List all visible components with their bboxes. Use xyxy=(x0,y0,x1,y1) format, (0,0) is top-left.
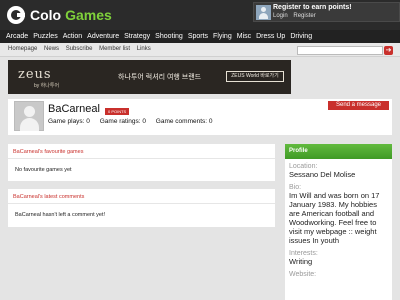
earn-points-title: Register to earn points! xyxy=(273,4,352,11)
location-label: Location: xyxy=(289,163,318,170)
subnav-homepage[interactable]: Homepage xyxy=(8,46,37,52)
latest-comments-empty: BaCarneal hasn't left a comment yet! xyxy=(15,212,106,218)
category-nav: Arcade Puzzles Action Adventure Strategy… xyxy=(0,30,400,43)
website-label: Website: xyxy=(289,271,317,278)
logo-icon xyxy=(7,6,25,24)
banner-logo: zeus xyxy=(18,67,52,82)
profile-panel-title: Profile xyxy=(285,144,392,159)
banner-sub: by 하나투어 xyxy=(34,83,60,89)
subnav-news[interactable]: News xyxy=(44,46,59,52)
profile-header: BaCarneal 0 POINTS Game plays: 0 Game ra… xyxy=(8,99,392,135)
sub-nav: Homepage News Subscribe Member list Link… xyxy=(0,43,400,57)
nav-item-arcade[interactable]: Arcade xyxy=(6,33,28,40)
search-button[interactable]: ➔ xyxy=(384,46,393,55)
interests-label: Interests: xyxy=(289,250,318,257)
banner-cta-button[interactable]: ZEUS World 바로가기 xyxy=(226,71,284,82)
location-value: Sessano Del Molise xyxy=(289,170,356,179)
subnav-member-list[interactable]: Member list xyxy=(99,46,130,52)
nav-item-flying[interactable]: Flying xyxy=(213,33,232,40)
subnav-links[interactable]: Links xyxy=(137,46,151,52)
points-badge: 0 POINTS xyxy=(105,108,130,115)
favourite-games-panel: BaCarneal's favourite games No favourite… xyxy=(8,144,275,181)
nav-item-shooting[interactable]: Shooting xyxy=(155,33,183,40)
stat-game-ratings: Game ratings: 0 xyxy=(99,118,146,125)
site-header: Colo Games Register to earn points! Logi… xyxy=(0,0,400,30)
avatar xyxy=(14,101,44,131)
user-avatar-icon xyxy=(256,5,271,20)
banner-text: 하나투어 럭셔리 여행 브랜드 xyxy=(118,74,202,81)
subnav-subscribe[interactable]: Subscribe xyxy=(66,46,93,52)
profile-panel: Profile Location: Sessano Del Molise Bio… xyxy=(285,144,392,300)
favourite-games-title: BaCarneal's favourite games xyxy=(8,144,275,159)
logo-text-games: Games xyxy=(65,7,112,23)
nav-item-misc[interactable]: Misc xyxy=(237,33,251,40)
site-logo[interactable]: Colo Games xyxy=(7,6,112,24)
nav-item-puzzles[interactable]: Puzzles xyxy=(33,33,58,40)
nav-item-strategy[interactable]: Strategy xyxy=(124,33,150,40)
nav-item-adventure[interactable]: Adventure xyxy=(87,33,119,40)
latest-comments-panel: BaCarneal's latest comments BaCarneal ha… xyxy=(8,189,275,227)
bio-value: Im Will and was born on 17 January 1983.… xyxy=(289,191,380,245)
profile-stats: Game plays: 0 Game ratings: 0 Game comme… xyxy=(48,118,221,125)
profile-username: BaCarneal xyxy=(48,103,100,115)
stat-game-plays: Game plays: 0 xyxy=(48,118,90,125)
register-link[interactable]: Register xyxy=(293,13,315,19)
nav-item-sports[interactable]: Sports xyxy=(188,33,208,40)
bio-label: Bio: xyxy=(289,184,302,191)
stat-game-comments: Game comments: 0 xyxy=(155,118,213,125)
send-message-button[interactable]: Send a message xyxy=(328,101,389,110)
arrow-right-icon: ➔ xyxy=(385,47,392,54)
nav-item-driving[interactable]: Driving xyxy=(290,33,312,40)
login-link[interactable]: Login xyxy=(273,13,288,19)
nav-item-action[interactable]: Action xyxy=(63,33,82,40)
register-promo: Register to earn points! Login Register xyxy=(253,2,400,22)
latest-comments-title: BaCarneal's latest comments xyxy=(8,189,275,204)
ad-banner[interactable]: zeus by 하나투어 하나투어 럭셔리 여행 브랜드 ZEUS World … xyxy=(8,60,291,94)
nav-item-dress-up[interactable]: Dress Up xyxy=(256,33,285,40)
logo-text-colo: Colo xyxy=(30,7,62,23)
favourite-games-empty: No favourite games yet xyxy=(15,167,72,173)
search-input[interactable] xyxy=(297,46,383,55)
interests-value: Writing xyxy=(289,257,313,266)
